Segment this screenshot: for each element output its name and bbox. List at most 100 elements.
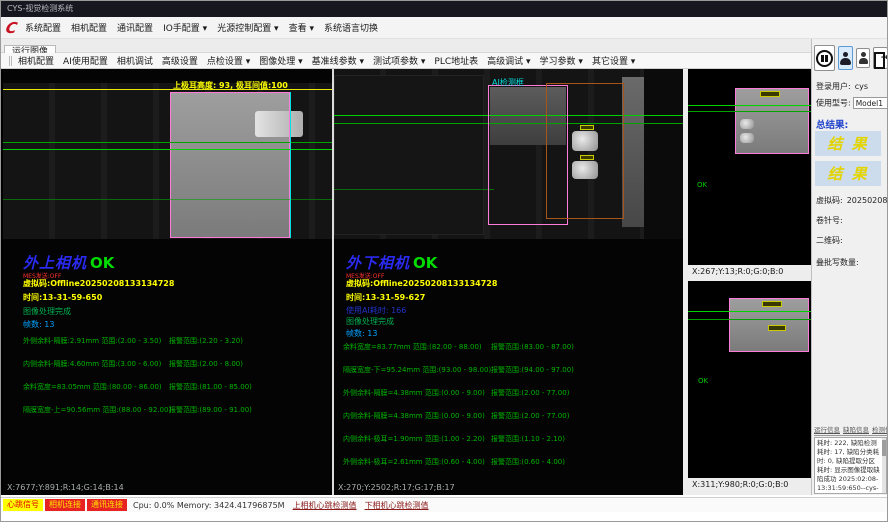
toolbar-item[interactable]: 其它设置 ▾ <box>592 54 635 67</box>
model-select[interactable]: Model1 <box>853 97 888 109</box>
measurement-row: 隔膜宽度-下=95.24mm 范围:(93.00 - 98.00) 报警范围:(… <box>343 365 673 388</box>
measurement-row: 外侧余料-隔膜=4.38mm 范围:(0.00 - 9.00) 报警范围:(2.… <box>343 388 673 411</box>
menu-item[interactable]: 系统语言切换 <box>324 21 378 34</box>
camera-name: 外上相机 <box>23 254 87 272</box>
measurement-row: 余料宽度=83.77mm 范围:(82.00 - 88.00) 报警范围:(83… <box>343 342 673 365</box>
lower-camera-heartbeat-link[interactable]: 下相机心跳检测值 <box>365 500 429 511</box>
ruler-label: 上极耳高度: 93, 极耳间值:100 <box>173 80 288 91</box>
camera-view-lower[interactable]: AI检测框 外下相机OK MES发送:OFF 虚拟码:Offline202502… <box>334 69 683 495</box>
info-tab[interactable]: 运行信息 <box>814 424 840 434</box>
machine-block-right <box>644 69 683 239</box>
measurement-list: 余料宽度=83.77mm 范围:(82.00 - 88.00) 报警范围:(83… <box>343 342 673 480</box>
pause-button[interactable] <box>814 45 835 71</box>
menu-item[interactable]: 查看 ▾ <box>289 21 314 34</box>
toolbar-item[interactable]: 相机配置 <box>18 54 54 67</box>
upper-camera-heartbeat-link[interactable]: 上相机心跳检测值 <box>293 500 357 511</box>
tab-row: 运行图像 <box>1 39 811 53</box>
thumb-status-text: OK <box>697 181 707 189</box>
app-window: CYS-视觉检测系统 C 系统配置相机配置通讯配置IO手配置 ▾光源控制配置 ▾… <box>0 0 888 522</box>
toolbar-item[interactable]: 相机调试 <box>117 54 153 67</box>
measurement-list: 外侧余料-隔膜:2.91mm 范围:(2.00 - 3.50) 报警范围:(2.… <box>23 336 323 428</box>
thumbnail-view-bottom[interactable]: OK <box>688 281 811 478</box>
window-titlebar: CYS-视觉检测系统 <box>1 1 888 17</box>
time-text: 时间:13-31-59-627 <box>346 292 425 303</box>
batch-count-label: 叠批写数量: <box>816 257 859 268</box>
toolbar-item[interactable]: 高级调试 ▾ <box>487 54 530 67</box>
user-icon <box>840 52 851 65</box>
menu-item[interactable]: 通讯配置 <box>117 21 153 34</box>
toolbar-item[interactable]: 高级设置 <box>162 54 198 67</box>
frame-count-text: 帧数: 13 <box>346 328 377 339</box>
toolbar-item[interactable]: 图像处理 ▾ <box>259 54 302 67</box>
thumbnail-view-top[interactable]: OK <box>688 69 811 265</box>
login-user-button[interactable] <box>838 46 853 70</box>
pixel-coords-readout: X:267;Y:13;R:0;G:0;B:0 <box>692 267 783 276</box>
toolbar-item[interactable]: PLC地址表 <box>434 54 478 67</box>
process-done-text: 图像处理完成 <box>23 306 71 317</box>
measurement-alarm-range: 报警范围:(89.00 - 91.00) <box>169 405 252 415</box>
info-panel: 运行信息缺陷信息检测信息 耗时: 222, 缺陷检测耗时: 17, 缺陷分类耗时… <box>814 424 887 490</box>
measurement-row: 内侧余料-隔膜=4.38mm 范围:(0.00 - 9.00) 报警范围:(2.… <box>343 411 673 434</box>
info-log-text: 耗时: 222, 缺陷检测耗时: 17, 缺陷分类耗时: 0, 缺陷提取分区耗时… <box>817 439 880 494</box>
roi-rect-pink <box>170 92 290 238</box>
toolbar-item[interactable]: 测试项参数 ▾ <box>373 54 425 67</box>
camera-view-upper[interactable]: 上极耳高度: 93, 极耳间值:100 外上相机OK MES发送:OFF 虚拟码… <box>3 69 332 495</box>
status-bar: 心跳信号 相机连接 通讯连接 Cpu: 0.0% Memory: 3424.41… <box>1 497 888 512</box>
weld-spot-1 <box>740 119 754 129</box>
toolbar-item[interactable]: 点检设置 ▾ <box>207 54 250 67</box>
toolbar-item[interactable]: AI使用配置 <box>63 54 108 67</box>
measurement-alarm-range: 报警范围:(2.00 - 77.00) <box>491 388 569 398</box>
info-tab[interactable]: 缺陷信息 <box>843 424 869 434</box>
camera-name: 外下相机 <box>346 254 410 272</box>
user-dark-icon <box>859 52 868 64</box>
toolbar-item[interactable]: 学习参数 ▾ <box>540 54 583 67</box>
overlay-label <box>760 91 780 97</box>
baseline-green-1 <box>688 311 811 312</box>
weld-spot-2 <box>740 133 754 143</box>
qr-code-label: 二维码: <box>816 235 843 246</box>
measurement-value: 隔膜宽度-上=90.56mm 范围:(88.00 - 92.00) <box>23 405 169 415</box>
camera-result-title: 外上相机OK <box>23 252 114 273</box>
virtual-code-row: 虚拟码:20250208 <box>816 195 887 206</box>
switch-user-button[interactable] <box>856 48 869 68</box>
pixel-coords-readout: X:7677;Y:891;R:14;G:14;B:14 <box>7 483 124 492</box>
info-tab[interactable]: 检测信息 <box>872 424 888 434</box>
measurement-value: 外侧余料-极耳=2.61mm 范围:(0.60 - 4.00) <box>343 457 491 467</box>
frame-count-text: 帧数: 13 <box>23 319 54 330</box>
measurement-alarm-range: 报警范围:(83.00 - 87.00) <box>491 342 574 352</box>
baseline-green-1 <box>3 142 332 143</box>
menubar: C 系统配置相机配置通讯配置IO手配置 ▾光源控制配置 ▾查看 ▾系统语言切换 <box>1 17 888 39</box>
heartbeat-badge: 心跳信号 <box>3 499 43 511</box>
measurement-value: 余料宽度=83.05mm 范围:(80.00 - 86.00) <box>23 382 169 392</box>
edge-line-cyan <box>290 92 291 238</box>
info-scrollbar[interactable] <box>882 438 886 493</box>
menu-item[interactable]: IO手配置 ▾ <box>163 21 207 34</box>
exit-door-icon <box>874 52 886 65</box>
overlay-label-2 <box>768 325 786 331</box>
info-scrollbar-thumb[interactable] <box>882 440 886 456</box>
exit-button[interactable] <box>873 47 888 69</box>
measurement-row: 外侧余料-极耳=2.61mm 范围:(0.60 - 4.00) 报警范围:(0.… <box>343 457 673 480</box>
barcode-text: 虚拟码:Offline20250208133134728 <box>23 278 174 289</box>
menu-item[interactable]: 系统配置 <box>25 21 61 34</box>
measurement-alarm-range: 报警范围:(1.10 - 2.10) <box>491 434 565 444</box>
result-indicator-lower: 结 果 <box>815 161 881 186</box>
baseline-green-3 <box>334 189 494 190</box>
toolbar-item[interactable]: 基准线参数 ▾ <box>312 54 364 67</box>
baseline-green-2 <box>688 319 811 320</box>
baseline-green-2 <box>688 111 811 112</box>
menu-item[interactable]: 光源控制配置 ▾ <box>217 21 278 34</box>
measurement-alarm-range: 报警范围:(94.00 - 97.00) <box>491 365 574 375</box>
main-area: 上极耳高度: 93, 极耳间值:100 外上相机OK MES发送:OFF 虚拟码… <box>1 69 811 495</box>
thumbnail-column: OK X:267;Y:13;R:0;G:0;B:0 OK X:311;Y:980… <box>685 69 811 495</box>
camera-connect-badge: 相机连接 <box>45 499 85 511</box>
measurement-alarm-range: 报警范围:(81.00 - 85.00) <box>169 382 252 392</box>
measurement-value: 余料宽度=83.77mm 范围:(82.00 - 88.00) <box>343 342 491 352</box>
measurement-alarm-range: 报警范围:(2.20 - 3.20) <box>169 336 243 346</box>
baseline-green-2 <box>3 149 332 150</box>
measurement-row: 内侧余料-隔膜:4.60mm 范围:(3.00 - 6.00) 报警范围:(2.… <box>23 359 323 382</box>
menu-items: 系统配置相机配置通讯配置 IO手配置 ▾ 光源控制配置 ▾ 查看 ▾ 系统语言切换 <box>25 21 388 34</box>
info-log[interactable]: 耗时: 222, 缺陷检测耗时: 17, 缺陷分类耗时: 0, 缺陷提取分区耗时… <box>814 437 887 494</box>
menu-item[interactable]: 相机配置 <box>71 21 107 34</box>
measurement-value: 隔膜宽度-下=95.24mm 范围:(93.00 - 98.00) <box>343 365 491 375</box>
